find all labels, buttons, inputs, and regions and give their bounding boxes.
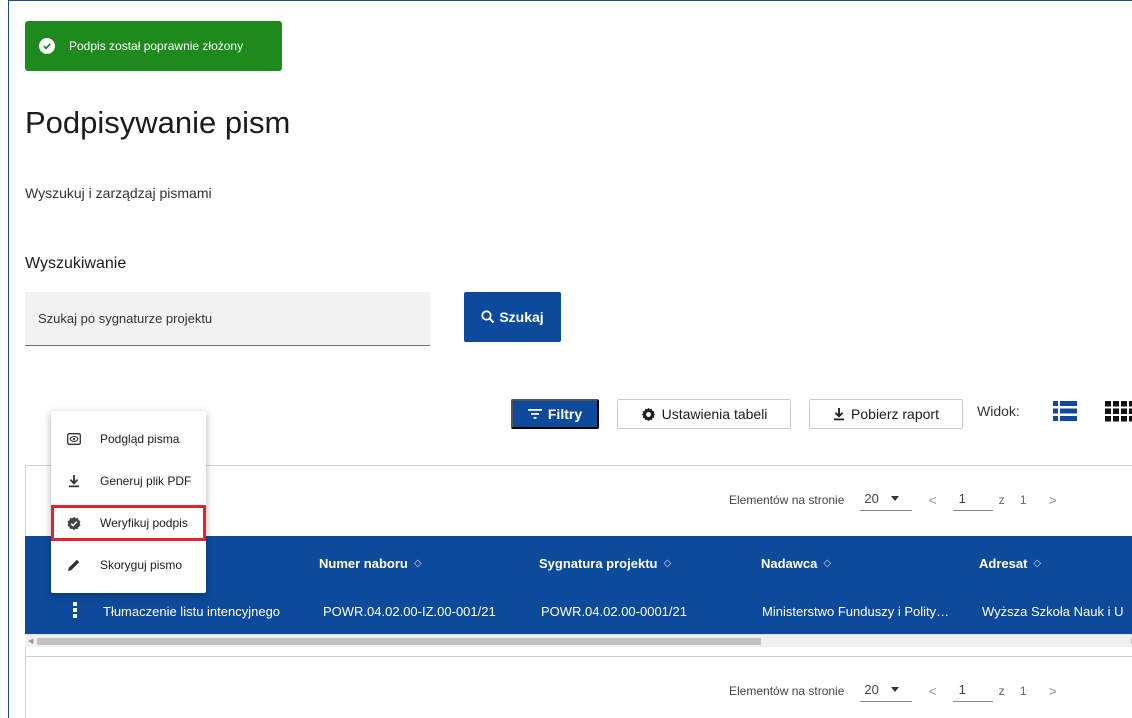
page-count: z 1 bbox=[998, 684, 1033, 698]
menu-item-generate-pdf[interactable]: Generuj plik PDF bbox=[51, 463, 206, 499]
column-header-label: Nadawca bbox=[761, 556, 818, 571]
prev-page-button[interactable]: < bbox=[928, 492, 936, 508]
current-page-input[interactable]: 1 bbox=[952, 489, 993, 511]
grid-view-icon[interactable] bbox=[1105, 400, 1132, 427]
more-vertical-icon[interactable] bbox=[73, 602, 77, 620]
download-icon bbox=[834, 408, 845, 421]
download-report-button[interactable]: Pobierz raport bbox=[809, 399, 963, 429]
page-subtitle: Wyszukuj i zarządzaj pismami bbox=[25, 185, 212, 201]
page-size-label: Elementów na stronie bbox=[729, 493, 845, 507]
search-icon bbox=[481, 310, 495, 324]
column-header-adresat[interactable]: Adresat ◇ bbox=[979, 556, 1041, 571]
page-size-value: 20 bbox=[864, 682, 879, 697]
row-context-menu: Podgląd pisma Generuj plik PDF Weryfikuj… bbox=[51, 411, 206, 593]
cell-sygnatura: POWR.04.02.00-0001/21 bbox=[541, 604, 687, 619]
prev-page-button[interactable]: < bbox=[928, 683, 936, 699]
check-circle-icon bbox=[39, 38, 55, 54]
page-size-select[interactable]: 20 bbox=[860, 680, 913, 702]
scroll-left-arrow-icon[interactable]: ◀ bbox=[28, 637, 33, 645]
toast-message: Podpis został poprawnie złożony bbox=[69, 39, 244, 53]
pencil-icon bbox=[67, 558, 81, 572]
next-page-button[interactable]: > bbox=[1049, 492, 1057, 508]
pagination-top: Elementów na stronie 20 < 1 z 1 > bbox=[729, 489, 1132, 511]
page-title: Podpisywanie pism bbox=[25, 105, 291, 140]
menu-item-label: Weryfikuj podpis bbox=[100, 516, 188, 530]
menu-item-preview[interactable]: Podgląd pisma bbox=[51, 421, 206, 457]
cell-numer-naboru: POWR.04.02.00-IZ.00-001/21 bbox=[323, 604, 496, 619]
menu-item-label: Skoryguj pismo bbox=[100, 558, 183, 572]
cell-nazwa: Tłumaczenie listu intencyjnego bbox=[103, 604, 281, 619]
current-page-input[interactable]: 1 bbox=[952, 680, 993, 702]
eye-icon bbox=[67, 432, 81, 446]
download-icon bbox=[67, 474, 81, 488]
filters-button[interactable]: Filtry bbox=[511, 399, 599, 429]
table-row[interactable]: Tłumaczenie listu intencyjnego POWR.04.0… bbox=[25, 590, 1132, 634]
filter-icon bbox=[527, 409, 542, 419]
sort-icon: ◇ bbox=[823, 558, 832, 569]
verified-badge-icon bbox=[67, 516, 81, 530]
table-settings-button[interactable]: Ustawienia tabeli bbox=[617, 399, 791, 429]
search-button-label: Szukaj bbox=[499, 309, 544, 325]
table-divider bbox=[25, 656, 1132, 657]
pagination-bottom: Elementów na stronie 20 < 1 z 1 > bbox=[729, 680, 1132, 702]
table-settings-label: Ustawienia tabeli bbox=[661, 406, 768, 422]
page-size-value: 20 bbox=[864, 491, 879, 506]
gear-icon bbox=[641, 407, 655, 421]
success-toast: Podpis został poprawnie złożony bbox=[25, 21, 282, 71]
column-header-numer-naboru[interactable]: Numer naboru ◇ bbox=[319, 556, 422, 571]
app-frame: Podpis został poprawnie złożony Podpisyw… bbox=[8, 0, 1132, 718]
scrollbar-thumb[interactable] bbox=[37, 638, 761, 645]
search-section-title: Wyszukiwanie bbox=[25, 255, 127, 272]
column-header-nadawca[interactable]: Nadawca ◇ bbox=[761, 556, 831, 571]
cell-nadawca: Ministerstwo Funduszy i Polity… bbox=[762, 604, 950, 619]
column-header-label: Numer naboru bbox=[319, 556, 408, 571]
sort-icon: ◇ bbox=[663, 558, 672, 569]
horizontal-scrollbar[interactable]: ◀ ▶ bbox=[25, 634, 1132, 647]
page-size-select[interactable]: 20 bbox=[860, 489, 913, 511]
list-view-icon[interactable] bbox=[1053, 400, 1077, 427]
sort-icon: ◇ bbox=[413, 558, 422, 569]
search-button[interactable]: Szukaj bbox=[464, 292, 561, 342]
view-label: Widok: bbox=[977, 403, 1020, 419]
column-header-sygnatura[interactable]: Sygnatura projektu ◇ bbox=[539, 556, 671, 571]
page-size-label: Elementów na stronie bbox=[729, 684, 845, 698]
menu-item-label: Generuj plik PDF bbox=[100, 474, 192, 488]
caret-down-icon bbox=[890, 496, 899, 501]
menu-item-verify-signature[interactable]: Weryfikuj podpis bbox=[51, 505, 206, 541]
column-header-label: Sygnatura projektu bbox=[539, 556, 658, 571]
page-count: z 1 bbox=[998, 493, 1033, 507]
menu-item-correct[interactable]: Skoryguj pismo bbox=[51, 547, 206, 583]
sort-icon: ◇ bbox=[1033, 558, 1042, 569]
filters-label: Filtry bbox=[547, 406, 583, 422]
next-page-button[interactable]: > bbox=[1049, 683, 1057, 699]
caret-down-icon bbox=[890, 687, 899, 692]
menu-item-label: Podgląd pisma bbox=[100, 432, 180, 446]
download-report-label: Pobierz raport bbox=[851, 406, 939, 422]
search-input[interactable] bbox=[25, 292, 430, 346]
cell-adresat: Wyższa Szkoła Nauk i U bbox=[982, 604, 1124, 619]
column-header-label: Adresat bbox=[979, 556, 1028, 571]
